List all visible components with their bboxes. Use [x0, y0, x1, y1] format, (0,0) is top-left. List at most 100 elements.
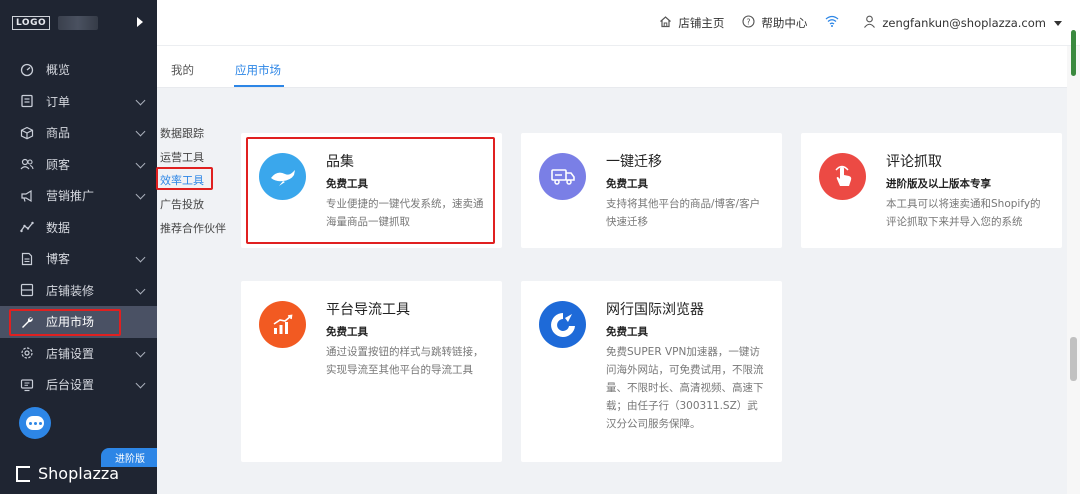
app-card-one-click-migration[interactable]: 一键迁移 免费工具 支持将其他平台的商品/博客/客户快速迁移	[521, 133, 782, 248]
chevron-down-icon	[135, 378, 146, 389]
tab-app-market[interactable]: 应用市场	[235, 62, 281, 78]
app-tag: 进阶版及以上版本专享	[886, 178, 991, 190]
chart-icon	[20, 220, 34, 234]
shoplazza-logo-icon	[16, 465, 30, 482]
layout-icon	[20, 283, 34, 297]
sidebar-item-label: 商品	[46, 126, 71, 141]
app-card-traffic-diversion[interactable]: 平台导流工具 免费工具 通过设置按钮的样式与跳转链接，实现导流至其他平台的导流工…	[241, 281, 502, 462]
browser-logo-icon	[539, 301, 586, 348]
top-header: 店铺主页 ? 帮助中心 zengfankun@shoplazza.com	[157, 0, 1080, 46]
sidebar-item-label: 订单	[46, 94, 71, 109]
sidebar-item-store-settings[interactable]: 店铺设置	[0, 338, 157, 370]
chevron-down-icon	[135, 347, 146, 357]
chat-bubble-icon	[26, 416, 44, 430]
sidebar-item-label: 店铺装修	[46, 283, 95, 298]
top-links: 店铺主页 ? 帮助中心 zengfankun@shoplazza.com	[641, 0, 1062, 46]
logo-bar: LOGO	[0, 0, 157, 46]
store-home-link[interactable]: 店铺主页	[659, 15, 724, 32]
truck-icon	[539, 153, 586, 200]
svg-text:?: ?	[747, 17, 751, 26]
brand-name: Shoplazza	[38, 464, 120, 483]
app-description: 免费SUPER VPN加速器，一键访问海外网站，可免费试用，不限流量、不限时长、…	[606, 346, 764, 430]
app-card-wangxing-browser[interactable]: 网行国际浏览器 免费工具 免费SUPER VPN加速器，一键访问海外网站，可免费…	[521, 281, 782, 462]
page-scrollbar-track[interactable]	[1067, 46, 1080, 494]
home-icon	[659, 15, 672, 32]
account-menu[interactable]: zengfankun@shoplazza.com	[863, 15, 1062, 32]
sidebar-item-data[interactable]: 数据	[0, 212, 157, 244]
hand-click-icon	[819, 153, 866, 200]
chevron-down-icon	[135, 189, 146, 200]
user-icon	[863, 15, 876, 32]
sidebar-item-label: 应用市场	[46, 315, 95, 330]
monitor-icon	[20, 378, 34, 392]
app-title: 一键迁移	[606, 154, 662, 170]
app-tag: 免费工具	[606, 178, 648, 190]
sidebar-item-label: 顾客	[46, 157, 71, 172]
annotation-highlight-category	[156, 167, 213, 190]
chevron-down-icon	[135, 284, 146, 294]
help-center-link[interactable]: ? 帮助中心	[742, 14, 808, 32]
app-description: 通过设置按钮的样式与跳转链接，实现导流至其他平台的导流工具	[326, 346, 484, 376]
app-description: 本工具可以将速卖通和Shopify的评论抓取下来并导入您的系统	[886, 198, 1041, 228]
brand-logo: Shoplazza	[16, 464, 119, 483]
dashboard-icon	[20, 63, 34, 77]
sidebar-item-admin-settings[interactable]: 后台设置	[0, 369, 157, 401]
users-icon	[20, 157, 34, 171]
category-partners[interactable]: 推荐合作伙伴	[160, 220, 226, 236]
active-tab-indicator	[234, 85, 284, 87]
sidebar-item-label: 数据	[46, 220, 71, 235]
settings-icon	[20, 346, 34, 360]
brand-bar: 进阶版 Shoplazza	[0, 448, 157, 494]
logo: LOGO	[12, 16, 51, 30]
sidebar-item-marketing[interactable]: 营销推广	[0, 180, 157, 212]
network-status	[825, 15, 845, 31]
sidebar: LOGO 概览 订单 商品 顾客 营销推广 数据 博客 店铺装修 应用市场 店铺…	[0, 0, 157, 494]
chevron-down-icon	[135, 252, 146, 263]
tab-mine[interactable]: 我的	[171, 62, 194, 78]
category-advertising[interactable]: 广告投放	[160, 196, 204, 212]
sidebar-item-label: 营销推广	[46, 189, 95, 204]
sidebar-item-store-design[interactable]: 店铺装修	[0, 275, 157, 307]
growth-chart-icon	[259, 301, 306, 348]
order-icon	[20, 94, 34, 108]
sidebar-item-app-market[interactable]: 应用市场	[0, 306, 157, 338]
collapse-arrow-icon[interactable]	[137, 17, 143, 27]
store-home-label: 店铺主页	[678, 16, 725, 30]
app-title: 网行国际浏览器	[606, 302, 704, 318]
chevron-down-icon	[135, 95, 146, 105]
sidebar-item-products[interactable]: 商品	[0, 117, 157, 149]
sidebar-nav: 概览 订单 商品 顾客 营销推广 数据 博客 店铺装修 应用市场 店铺设置 后台…	[0, 54, 157, 401]
sidebar-item-customers[interactable]: 顾客	[0, 149, 157, 181]
page-scrollbar-thumb[interactable]	[1070, 337, 1077, 381]
chat-support-button[interactable]	[19, 407, 51, 439]
app-title: 评论抓取	[886, 154, 942, 170]
sidebar-item-orders[interactable]: 订单	[0, 86, 157, 118]
app-tag: 免费工具	[326, 326, 368, 338]
sidebar-item-overview[interactable]: 概览	[0, 54, 157, 86]
scroll-indicator[interactable]	[1071, 30, 1076, 76]
app-card-review-scraper[interactable]: 评论抓取 进阶版及以上版本专享 本工具可以将速卖通和Shopify的评论抓取下来…	[801, 133, 1062, 248]
wrench-icon	[20, 315, 34, 329]
wifi-icon	[825, 15, 839, 31]
category-operations-tools[interactable]: 运营工具	[160, 149, 204, 165]
category-data-tracking[interactable]: 数据跟踪	[160, 125, 204, 141]
store-name-blurred	[58, 16, 99, 30]
blog-icon	[20, 252, 34, 266]
account-email: zengfankun@shoplazza.com	[882, 16, 1046, 30]
caret-down-icon	[1054, 20, 1062, 26]
sidebar-item-label: 博客	[46, 252, 71, 267]
tab-bar: 我的 应用市场	[157, 46, 1067, 88]
sidebar-item-label: 概览	[46, 63, 71, 78]
sidebar-item-label: 后台设置	[46, 378, 95, 393]
help-icon: ?	[742, 14, 755, 32]
sidebar-item-blog[interactable]: 博客	[0, 243, 157, 275]
annotation-highlight-card	[246, 137, 495, 244]
chevron-down-icon	[135, 158, 146, 168]
help-center-label: 帮助中心	[761, 16, 808, 30]
app-description: 支持将其他平台的商品/博客/客户快速迁移	[606, 198, 761, 228]
app-title: 平台导流工具	[326, 302, 410, 318]
box-icon	[20, 126, 34, 140]
megaphone-icon	[20, 189, 34, 203]
app-tag: 免费工具	[606, 326, 648, 338]
sidebar-item-label: 店铺设置	[46, 346, 95, 361]
